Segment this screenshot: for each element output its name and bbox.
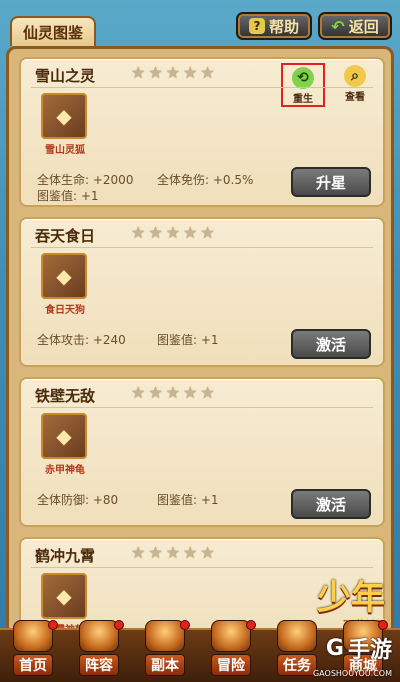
star-rating: ★ ★ ★ ★ ★ <box>131 544 215 562</box>
watermark-logo-icon: G <box>325 635 344 661</box>
star-icon: ★ <box>148 223 163 242</box>
nav-label: 任务 <box>277 654 317 676</box>
portrait-fox-icon[interactable]: ◆ <box>41 93 87 139</box>
question-icon: ? <box>248 18 265 34</box>
star-icon: ★ <box>200 223 215 242</box>
watermark: G 手游 <box>326 632 392 664</box>
card-title: 鹤冲九霄 <box>35 547 96 565</box>
portrait-dog-icon[interactable]: ◆ <box>41 253 87 299</box>
card-title: 吞天食日 <box>35 227 96 245</box>
star-rating: ★ ★ ★ ★ ★ <box>131 224 215 242</box>
notification-dot <box>114 620 124 630</box>
star-icon: ★ <box>165 223 181 242</box>
view-label: 查看 <box>345 92 365 103</box>
star-icon: ★ <box>148 63 163 82</box>
star-icon: ★ <box>200 63 215 82</box>
back-arrow-icon: ↶ <box>331 16 345 36</box>
star-icon: ★ <box>183 543 198 562</box>
notification-dot <box>246 620 256 630</box>
portrait-turtle-icon[interactable]: ◆ <box>41 413 87 459</box>
star-icon: ★ <box>131 383 146 402</box>
stat-damage-reduction: 全体免伤: +0.5% <box>157 173 254 187</box>
stat-hp: 全体生命: +2000 <box>37 173 134 187</box>
lineup-icon <box>79 620 119 652</box>
back-label: 返回 <box>348 17 379 36</box>
nav-lineup[interactable]: 阵容 <box>70 620 128 680</box>
star-icon: ★ <box>148 543 163 562</box>
view-button[interactable]: ⌕ 查看 <box>335 65 375 105</box>
star-icon: ★ <box>148 383 163 402</box>
stat-collection-value: 图鉴值: +1 <box>37 189 99 203</box>
nav-dungeon[interactable]: 副本 <box>136 620 194 680</box>
portrait-label: 食日天狗 <box>45 305 85 316</box>
nav-label: 冒险 <box>211 654 251 676</box>
nav-label: 首页 <box>13 654 53 676</box>
nav-home[interactable]: 首页 <box>4 620 62 680</box>
upgrade-star-button[interactable]: 升星 <box>291 167 371 197</box>
watermark-url: GAOSHOUYOU.COM <box>312 669 392 678</box>
star-icon: ★ <box>200 543 215 562</box>
star-icon: ★ <box>131 63 146 82</box>
star-icon: ★ <box>165 383 181 402</box>
portrait-label: 雪山灵狐 <box>45 145 85 156</box>
notification-dot <box>48 620 58 630</box>
page-title: 仙灵图鉴 <box>10 16 96 46</box>
help-label: 帮助 <box>268 17 299 36</box>
divider <box>31 87 373 88</box>
card-iron-wall: 铁壁无敌 ★ ★ ★ ★ ★ ◆ 赤甲神龟 全体防御: +80 图鉴值: +1 … <box>19 377 385 527</box>
star-icon: ★ <box>183 383 198 402</box>
stat-collection-value: 图鉴值: +1 <box>157 493 219 507</box>
back-button[interactable]: ↶ 返回 <box>318 12 392 40</box>
rebirth-icon: ⟲ <box>292 67 314 89</box>
card-snow-spirit: 雪山之灵 ★ ★ ★ ★ ★ ⟲ 重生 ⌕ 查看 ◆ 雪山灵狐 全体生命: +2… <box>19 57 385 207</box>
activate-button[interactable]: 激活 <box>291 489 371 519</box>
star-rating: ★ ★ ★ ★ ★ <box>131 384 215 402</box>
divider <box>31 247 373 248</box>
card-title: 雪山之灵 <box>35 67 96 85</box>
rebirth-button[interactable]: ⟲ 重生 <box>281 63 325 107</box>
dungeon-icon <box>145 620 185 652</box>
adventure-icon <box>211 620 251 652</box>
card-title: 铁壁无敌 <box>35 387 96 405</box>
stat-collection-value: 图鉴值: +1 <box>157 333 219 347</box>
star-icon: ★ <box>131 223 146 242</box>
collection-panel: 雪山之灵 ★ ★ ★ ★ ★ ⟲ 重生 ⌕ 查看 ◆ 雪山灵狐 全体生命: +2… <box>6 46 394 636</box>
star-icon: ★ <box>131 543 146 562</box>
nav-label: 阵容 <box>79 654 119 676</box>
rebirth-label: 重生 <box>293 94 313 105</box>
star-icon: ★ <box>165 543 181 562</box>
star-icon: ★ <box>183 223 198 242</box>
tasks-icon <box>277 620 317 652</box>
divider <box>31 407 373 408</box>
nav-adventure[interactable]: 冒险 <box>202 620 260 680</box>
watermark-brand: 手游 <box>347 638 392 663</box>
notification-dot <box>378 620 388 630</box>
portrait-crane-icon[interactable]: ◆ <box>41 573 87 619</box>
magnifier-icon: ⌕ <box>344 65 366 87</box>
activate-button[interactable]: 激活 <box>291 329 371 359</box>
card-sun-eater: 吞天食日 ★ ★ ★ ★ ★ ◆ 食日天狗 全体攻击: +240 图鉴值: +1… <box>19 217 385 367</box>
logo-main-text: 少年 <box>317 577 385 618</box>
star-icon: ★ <box>200 383 215 402</box>
star-icon: ★ <box>183 63 198 82</box>
top-bar: 仙灵图鉴 ? 帮助 ↶ 返回 <box>0 0 400 48</box>
star-rating: ★ ★ ★ ★ ★ <box>131 64 215 82</box>
stat-attack: 全体攻击: +240 <box>37 333 126 347</box>
bottom-navigation: 首页 阵容 副本 冒险 任务 商城 G 手游 GAOSHOUYOU.COM <box>0 620 400 682</box>
nav-label: 副本 <box>145 654 185 676</box>
home-icon <box>13 620 53 652</box>
portrait-label: 赤甲神龟 <box>45 465 85 476</box>
notification-dot <box>180 620 190 630</box>
star-icon: ★ <box>165 63 181 82</box>
help-button[interactable]: ? 帮助 <box>236 12 312 40</box>
stat-defense: 全体防御: +80 <box>37 493 119 507</box>
